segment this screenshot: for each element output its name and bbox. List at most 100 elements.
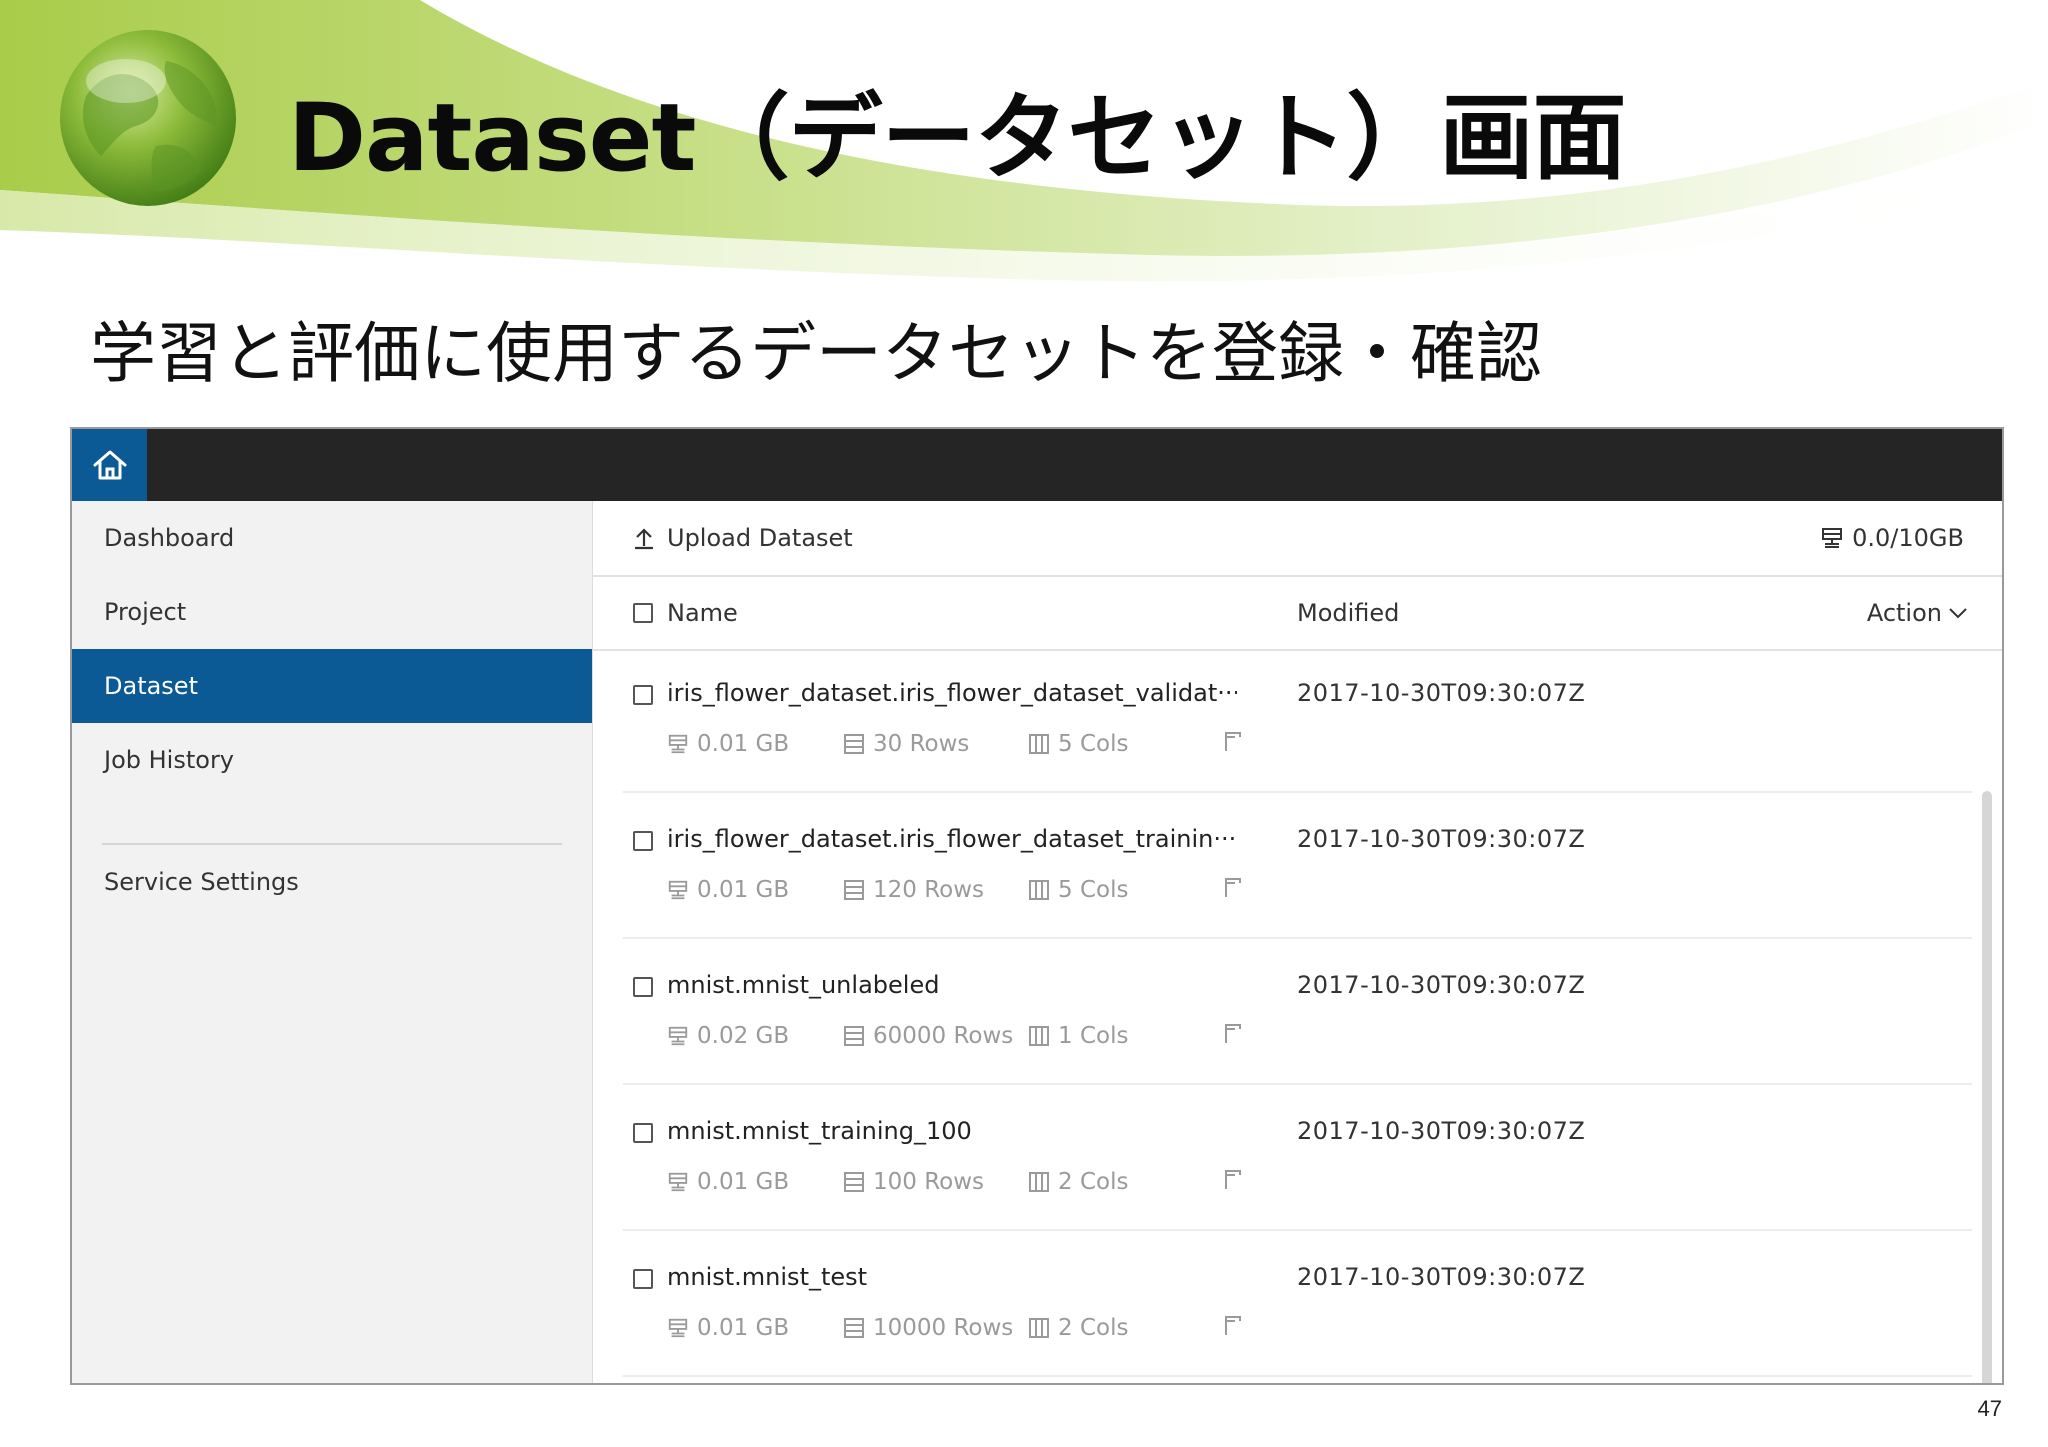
column-header-name[interactable]: Name: [667, 599, 738, 627]
row-checkbox[interactable]: [633, 831, 653, 851]
dataset-cols-value: 1 Cols: [1058, 1023, 1129, 1049]
dataset-detail-button[interactable]: [1223, 1023, 1251, 1045]
dataset-rows: 10000 Rows: [843, 1315, 1013, 1341]
dataset-size-value: 0.01 GB: [697, 731, 790, 757]
upload-icon: [635, 528, 653, 550]
dataset-modified: 2017-10-30T09:30:07Z: [1297, 971, 1586, 999]
dataset-size-value: 0.01 GB: [697, 877, 790, 903]
dataset-detail-button[interactable]: [1223, 1315, 1251, 1337]
dataset-list: iris_flower_dataset.iris_flower_dataset_…: [593, 649, 2002, 1383]
storage-icon: [668, 1026, 688, 1046]
row-checkbox[interactable]: [633, 1269, 653, 1289]
home-button[interactable]: [72, 429, 147, 501]
sidebar-item-project[interactable]: Project: [72, 575, 592, 649]
app-window: Dashboard Project Dataset Job History Se…: [70, 427, 2004, 1385]
dataset-cols-value: 2 Cols: [1058, 1315, 1129, 1341]
toolbar: Upload Dataset 0.0/10GB: [593, 501, 2002, 577]
sidebar-item-service-settings[interactable]: Service Settings: [72, 845, 592, 919]
list-header: Name Modified Action: [593, 577, 2002, 651]
select-all-checkbox[interactable]: [633, 603, 653, 623]
dataset-name[interactable]: mnist.mnist_training_100: [667, 1117, 1237, 1145]
dataset-rows: 30 Rows: [843, 731, 969, 757]
rows-icon: [844, 1026, 864, 1046]
columns-icon: [1029, 734, 1049, 754]
action-dropdown[interactable]: Action: [1867, 599, 1968, 627]
document-icon: [1225, 732, 1241, 751]
dataset-modified: 2017-10-30T09:30:07Z: [1297, 1263, 1586, 1291]
upload-dataset-label: Upload Dataset: [667, 524, 853, 552]
dataset-cols: 2 Cols: [1028, 1169, 1128, 1195]
dataset-row[interactable]: mnist.mnist_test 2017-10-30T09:30:07Z 0.…: [623, 1233, 1972, 1377]
dataset-cols: 5 Cols: [1028, 731, 1128, 757]
dataset-size: 0.01 GB: [667, 1169, 789, 1195]
columns-icon: [1029, 1026, 1049, 1046]
rows-icon: [844, 734, 864, 754]
dataset-cols: 5 Cols: [1028, 877, 1128, 903]
chevron-down-icon: [1949, 608, 1967, 619]
rows-icon: [844, 880, 864, 900]
row-checkbox[interactable]: [633, 1123, 653, 1143]
dataset-rows: 100 Rows: [843, 1169, 984, 1195]
page-number: 47: [1977, 1396, 2002, 1421]
columns-icon: [1029, 1172, 1049, 1192]
column-header-modified[interactable]: Modified: [1297, 599, 1399, 627]
dataset-cols-value: 5 Cols: [1058, 731, 1129, 757]
dataset-modified: 2017-10-30T09:30:07Z: [1297, 1117, 1586, 1145]
dataset-modified: 2017-10-30T09:30:07Z: [1297, 825, 1586, 853]
sidebar-item-dashboard[interactable]: Dashboard: [72, 501, 592, 575]
dataset-row[interactable]: iris_flower_dataset.iris_flower_dataset_…: [623, 649, 1972, 793]
slide-subtitle: 学習と評価に使用するデータセットを登録・確認: [90, 315, 1542, 392]
storage-icon: [668, 734, 688, 754]
dataset-detail-button[interactable]: [1223, 1169, 1251, 1191]
dataset-detail-button[interactable]: [1223, 731, 1251, 753]
dataset-size: 0.01 GB: [667, 1315, 789, 1341]
dataset-row[interactable]: iris_flower_dataset.iris_flower_dataset_…: [623, 795, 1972, 939]
dataset-rows-value: 60000 Rows: [873, 1023, 1014, 1049]
action-dropdown-label: Action: [1866, 599, 1942, 627]
sidebar-item-dataset[interactable]: Dataset: [72, 649, 592, 723]
storage-icon: [668, 880, 688, 900]
dataset-name[interactable]: iris_flower_dataset.iris_flower_dataset_…: [667, 825, 1237, 853]
row-checkbox[interactable]: [633, 685, 653, 705]
rows-icon: [844, 1172, 864, 1192]
sidebar: Dashboard Project Dataset Job History Se…: [72, 501, 593, 1383]
dataset-size: 0.01 GB: [667, 877, 789, 903]
dataset-size: 0.02 GB: [667, 1023, 789, 1049]
dataset-rows-value: 100 Rows: [873, 1169, 985, 1195]
dataset-modified: 2017-10-30T09:30:07Z: [1297, 679, 1586, 707]
dataset-row[interactable]: mnist.mnist_training_100 2017-10-30T09:3…: [623, 1087, 1972, 1231]
row-checkbox[interactable]: [633, 977, 653, 997]
dataset-size-value: 0.01 GB: [697, 1169, 790, 1195]
dataset-panel: Upload Dataset 0.0/10GB Name Modified Ac…: [593, 501, 2002, 1383]
storage-usage: 0.0/10GB: [1820, 501, 1964, 575]
sidebar-item-job-history[interactable]: Job History: [72, 723, 592, 797]
dataset-name[interactable]: mnist.mnist_test: [667, 1263, 1237, 1291]
dataset-rows-value: 30 Rows: [873, 731, 970, 757]
dataset-name[interactable]: iris_flower_dataset.iris_flower_dataset_…: [667, 679, 1237, 707]
document-icon: [1225, 878, 1241, 897]
home-icon: [93, 450, 126, 480]
dataset-row[interactable]: mnist.mnist_unlabeled 2017-10-30T09:30:0…: [623, 941, 1972, 1085]
vertical-scrollbar[interactable]: [1982, 791, 1992, 1383]
dataset-size: 0.01 GB: [667, 731, 789, 757]
storage-icon: [668, 1172, 688, 1192]
top-bar: [72, 429, 2002, 501]
upload-dataset-button[interactable]: Upload Dataset: [633, 524, 853, 552]
dataset-name[interactable]: mnist.mnist_unlabeled: [667, 971, 1237, 999]
dataset-cols-value: 2 Cols: [1058, 1169, 1129, 1195]
columns-icon: [1029, 1318, 1049, 1338]
dataset-size-value: 0.01 GB: [697, 1315, 790, 1341]
dataset-rows-value: 10000 Rows: [873, 1315, 1014, 1341]
dataset-rows: 60000 Rows: [843, 1023, 1013, 1049]
slide-title: Dataset（データセット）画面: [288, 84, 1626, 193]
columns-icon: [1029, 880, 1049, 900]
storage-usage-value: 0.0/10GB: [1852, 524, 1964, 552]
dataset-detail-button[interactable]: [1223, 877, 1251, 899]
storage-icon: [668, 1318, 688, 1338]
dataset-cols: 1 Cols: [1028, 1023, 1128, 1049]
rows-icon: [844, 1318, 864, 1338]
dataset-rows-value: 120 Rows: [873, 877, 985, 903]
storage-icon: [1822, 528, 1843, 548]
document-icon: [1225, 1316, 1241, 1335]
document-icon: [1225, 1170, 1241, 1189]
